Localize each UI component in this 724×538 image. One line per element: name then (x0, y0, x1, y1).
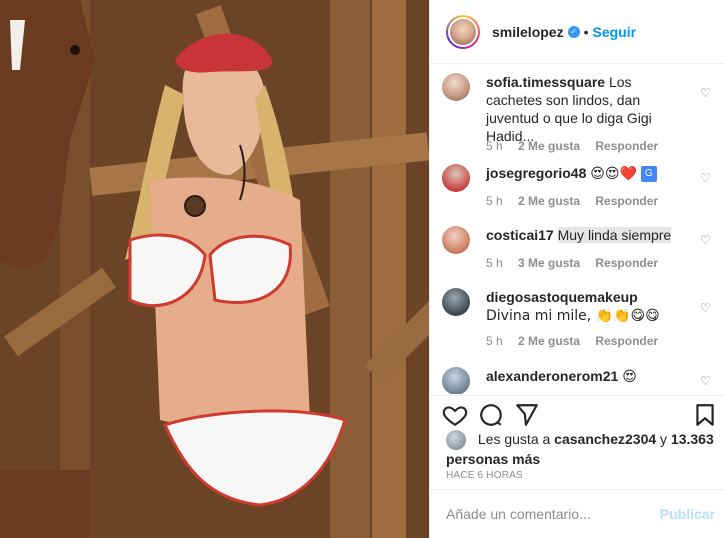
comment-time[interactable]: 5 h (486, 194, 503, 208)
heart-icon[interactable]: ♡ (700, 302, 712, 314)
comment-reply-button[interactable]: Responder (595, 256, 658, 270)
comment-meta: 5 h 2 Me gusta Responder (486, 194, 670, 208)
comment-meta: 5 h 2 Me gusta Responder (486, 334, 670, 348)
comment-body: costicai17 Muy linda siempre (486, 226, 682, 244)
comment-username[interactable]: sofia.timessquare (486, 74, 605, 90)
comments-list: sofia.timessquare Los cachetes son lindo… (430, 64, 724, 394)
comment-avatar[interactable] (442, 226, 470, 254)
comment-body: josegregorio48 😍😍❤️ G (486, 164, 682, 183)
comment-body: alexanderonerom21 😍 (486, 367, 682, 386)
author-avatar-image (450, 18, 476, 45)
comment-reply-button[interactable]: Responder (595, 139, 658, 153)
comment-meta: 5 h 2 Me gusta Responder (486, 139, 670, 153)
publish-button[interactable]: Publicar (660, 506, 715, 522)
post-photo-illustration (0, 0, 429, 538)
comment-body: sofia.timessquare Los cachetes son lindo… (486, 73, 682, 145)
comment-username[interactable]: alexanderonerom21 (486, 368, 618, 384)
comment-likes[interactable]: 2 Me gusta (518, 139, 580, 153)
comment-avatar[interactable] (442, 367, 470, 394)
post-timestamp[interactable]: HACE 6 HORAS (446, 470, 523, 481)
verified-icon: ✓ (567, 25, 580, 38)
translate-icon[interactable]: G (640, 166, 657, 183)
comment-likes[interactable]: 2 Me gusta (518, 194, 580, 208)
comment-item: alexanderonerom21 😍 ♡ (442, 367, 712, 394)
comment-likes[interactable]: 3 Me gusta (518, 256, 580, 270)
comment-time[interactable]: 5 h (486, 256, 503, 270)
comment-username[interactable]: josegregorio48 (486, 165, 586, 181)
post-header: smilelopez ✓ • Seguir (430, 0, 724, 64)
comment-avatar[interactable] (442, 288, 470, 316)
comment-avatar[interactable] (442, 164, 470, 192)
comment-username[interactable]: costicai17 (486, 227, 554, 243)
heart-icon[interactable]: ♡ (700, 375, 712, 387)
comment-avatar[interactable] (442, 73, 470, 101)
likes-avatar[interactable] (446, 430, 466, 451)
likes-prefix: Les gusta a (477, 431, 551, 447)
share-icon[interactable] (514, 402, 540, 428)
heart-icon[interactable]: ♡ (700, 234, 712, 246)
heart-icon[interactable] (442, 402, 468, 428)
add-comment-bar: Publicar (430, 489, 724, 538)
comment-body: diegosastoquemakeup Divina mi mile, 👏👏😋😋 (486, 288, 682, 325)
comment-input[interactable] (444, 505, 648, 523)
likes-mid: y (660, 431, 668, 447)
comment-item: costicai17 Muy linda siempre 5 h 3 Me gu… (442, 226, 712, 278)
likes-summary: Les gusta a casanchez2304 y 13.363 perso… (446, 430, 716, 468)
comment-meta: 5 h 3 Me gusta Responder (486, 256, 670, 270)
header-separator: • (583, 23, 589, 40)
likes-user[interactable]: casanchez2304 (554, 431, 656, 447)
heart-icon[interactable]: ♡ (700, 87, 712, 99)
comment-icon[interactable] (478, 402, 504, 428)
follow-button[interactable]: Seguir (593, 24, 637, 40)
comment-text: Muy linda siempre (557, 227, 672, 243)
comment-item: josegregorio48 😍😍❤️ G 5 h 2 Me gusta Res… (442, 164, 712, 216)
comment-likes[interactable]: 2 Me gusta (518, 334, 580, 348)
author-avatar-border (448, 16, 478, 47)
author-avatar[interactable] (446, 14, 480, 49)
comment-reply-button[interactable]: Responder (595, 334, 658, 348)
post-actions (430, 395, 724, 435)
comment-item: diegosastoquemakeup Divina mi mile, 👏👏😋😋… (442, 288, 712, 358)
comment-text: 😍😍❤️ (590, 166, 637, 182)
comment-time[interactable]: 5 h (486, 334, 503, 348)
bookmark-icon[interactable] (692, 402, 718, 428)
comment-text: 😍 (622, 369, 637, 385)
author-username[interactable]: smilelopez (492, 24, 564, 40)
comment-username[interactable]: diegosastoquemakeup (486, 289, 638, 305)
comment-item: sofia.timessquare Los cachetes son lindo… (442, 73, 712, 157)
comment-reply-button[interactable]: Responder (595, 194, 658, 208)
comment-time[interactable]: 5 h (486, 139, 503, 153)
post-side-panel: smilelopez ✓ • Seguir sofia.timessquare … (429, 0, 724, 538)
post-image[interactable] (0, 0, 429, 538)
comment-text: Divina mi mile, 👏👏😋😋 (486, 308, 660, 324)
heart-icon[interactable]: ♡ (700, 172, 712, 184)
